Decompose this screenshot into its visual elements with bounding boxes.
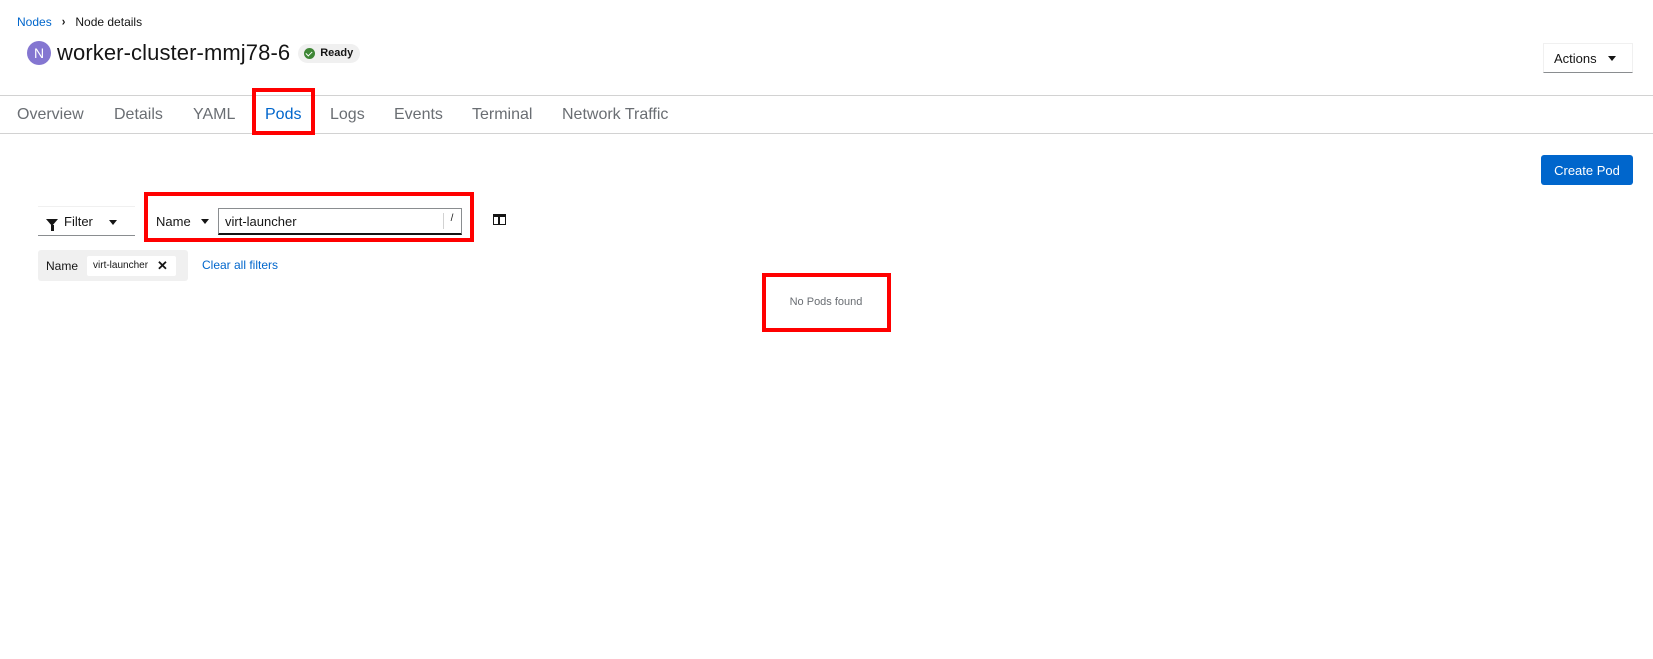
page-header: N worker-cluster-mmj78-6 Ready	[27, 40, 361, 66]
status-badge: Ready	[298, 43, 361, 63]
chip-group-label: Name	[46, 258, 79, 273]
check-circle-icon	[304, 47, 316, 59]
filter-chip-label: virt-launcher	[93, 260, 149, 271]
page-title: worker-cluster-mmj78-6	[57, 40, 291, 65]
caret-down-icon	[1608, 56, 1616, 61]
filter-chip-group: Name virt-launcher ✕	[38, 250, 188, 281]
filter-icon	[46, 218, 58, 231]
node-resource-icon: N	[27, 41, 51, 65]
tab-details[interactable]: Details	[114, 96, 163, 133]
breadcrumb-nodes-link[interactable]: Nodes	[17, 15, 52, 29]
tab-pods[interactable]: Pods	[265, 96, 301, 133]
filter-chip: virt-launcher ✕	[86, 254, 177, 277]
tab-bar: Overview Details YAML Pods Logs Events T…	[0, 95, 1653, 134]
filter-type-dropdown[interactable]: Name	[152, 207, 217, 235]
tab-network-traffic[interactable]: Network Traffic	[562, 96, 668, 133]
keyboard-shortcut-hint: /	[443, 213, 457, 229]
empty-state-message: No Pods found	[789, 296, 863, 308]
tab-yaml[interactable]: YAML	[193, 96, 235, 133]
create-pod-button[interactable]: Create Pod	[1541, 155, 1633, 185]
manage-columns-icon[interactable]	[493, 214, 506, 225]
tab-logs[interactable]: Logs	[330, 96, 365, 133]
clear-all-filters-link[interactable]: Clear all filters	[202, 258, 278, 272]
tab-terminal[interactable]: Terminal	[472, 96, 532, 133]
filter-type-label: Name	[156, 213, 191, 229]
caret-down-icon	[201, 219, 209, 224]
tab-overview[interactable]: Overview	[17, 96, 84, 133]
filter-label: Filter	[64, 213, 93, 229]
filter-dropdown[interactable]: Filter	[38, 206, 135, 236]
name-search-input[interactable]	[218, 208, 462, 235]
caret-down-icon	[109, 220, 117, 225]
tab-events[interactable]: Events	[394, 96, 443, 133]
status-label: Ready	[320, 47, 354, 59]
breadcrumb-current: Node details	[75, 15, 143, 29]
chevron-right-icon: ›	[61, 15, 66, 29]
breadcrumb: Nodes › Node details	[17, 15, 142, 29]
actions-dropdown[interactable]: Actions	[1543, 43, 1633, 73]
close-icon[interactable]: ✕	[157, 259, 168, 272]
actions-label: Actions	[1554, 50, 1597, 66]
